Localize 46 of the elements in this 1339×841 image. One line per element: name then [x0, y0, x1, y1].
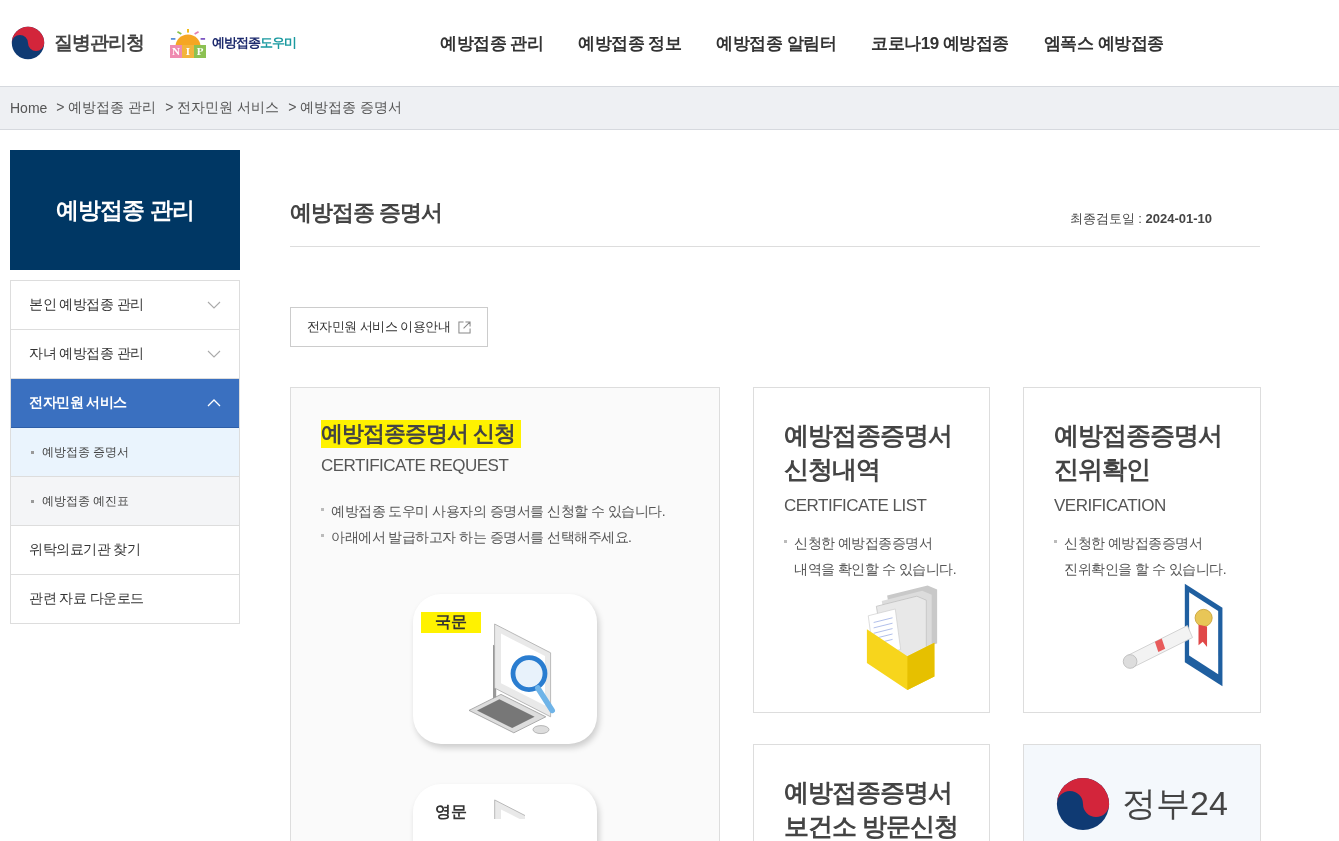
- card-description: 신청한 예방접종증명서 내역을 확인할 수 있습니다.: [784, 530, 959, 582]
- page-title: 예방접종 증명서: [290, 199, 443, 227]
- card-description: 아래에서 발급하고자 하는 증명서를 선택해주세요.: [321, 524, 689, 550]
- card-title: 예방접종증명서 신청: [321, 420, 522, 448]
- sidebar-item[interactable]: 관련 자료 다운로드: [11, 575, 239, 624]
- gov24-card[interactable]: 정부24: [1023, 744, 1261, 841]
- card-subtitle: CERTIFICATE LIST: [784, 496, 928, 516]
- guide-button[interactable]: 전자민원 서비스 이용안내: [290, 307, 488, 347]
- card-title: 예방접종증명서 신청내역: [784, 420, 953, 485]
- external-link-icon: [458, 320, 472, 334]
- review-date: 최종검토일 : 2024-01-10: [1069, 210, 1212, 228]
- gov24-logo-text: 정부24: [1122, 783, 1228, 824]
- service-card[interactable]: 예방접종증명서 신청내역 CERTIFICATE LIST 신청한 예방접종증명서 내역을 확인할 수 있습니다.: [753, 387, 990, 713]
- chevron-down-icon: [207, 301, 221, 309]
- emblem-icon: [1054, 775, 1112, 833]
- service-card[interactable]: 예방접종증명서 보건소 방문신청: [753, 744, 990, 841]
- certificate-option[interactable]: 영문: [413, 784, 597, 841]
- nav-link[interactable]: 코로나19 예방접종: [871, 31, 1009, 55]
- submenu-item[interactable]: 예방접종 증명서: [11, 428, 239, 477]
- card-description: 예방접종 도우미 사용자의 증명서를 신청할 수 있습니다.: [321, 498, 689, 524]
- nav-link[interactable]: 엠폭스 예방접종: [1043, 31, 1164, 55]
- sidebar-item[interactable]: 위탁의료기관 찾기: [11, 526, 239, 575]
- sidebar-item[interactable]: 전자민원 서비스: [11, 379, 239, 428]
- agency-logo[interactable]: 질병관리청: [10, 25, 144, 61]
- card-subtitle: VERIFICATION: [1054, 496, 1167, 516]
- card-subtitle: CERTIFICATE REQUEST: [321, 456, 510, 476]
- sidebar-item[interactable]: 본인 예방접종 관리: [11, 281, 239, 330]
- nip-logo[interactable]: N I P 예방접종도우미: [168, 28, 296, 58]
- breadcrumb-link[interactable]: > 예방접종 증명서: [288, 99, 403, 117]
- service-card[interactable]: 예방접종증명서 진위확인 VERIFICATION 신청한 예방접종증명서 진위확인을 할 수 있습니다.: [1023, 387, 1261, 713]
- card-title: 예방접종증명서 보건소 방문신청: [784, 777, 959, 841]
- card-description: 신청한 예방접종증명서 진위확인을 할 수 있습니다.: [1054, 530, 1230, 582]
- breadcrumb-link[interactable]: > 예방접종 관리: [56, 99, 157, 117]
- emblem-icon: [10, 25, 46, 61]
- submenu-item[interactable]: 예방접종 예진표: [11, 477, 239, 526]
- chevron-up-icon: [207, 399, 221, 407]
- nav-link[interactable]: 예방접종 관리: [440, 31, 544, 55]
- chevron-down-icon: [207, 350, 221, 358]
- sidebar-title: 예방접종 관리: [10, 150, 240, 270]
- nav-link[interactable]: 예방접종 정보: [578, 31, 682, 55]
- service-card[interactable]: 예방접종증명서 신청 CERTIFICATE REQUEST 예방접종 도우미 사용자의 증명서를 신청할 수 있습니다. 아래에서 발급하고자 하는 증명서를 선택해주세요. 국문 영문: [290, 387, 720, 841]
- card-title: 예방접종증명서 진위확인: [1054, 420, 1223, 485]
- breadcrumb-link[interactable]: > 전자민원 서비스: [165, 99, 280, 117]
- breadcrumb-link[interactable]: Home: [10, 100, 48, 116]
- nav-link[interactable]: 예방접종 알림터: [716, 31, 837, 55]
- certificate-option[interactable]: 국문: [413, 594, 597, 744]
